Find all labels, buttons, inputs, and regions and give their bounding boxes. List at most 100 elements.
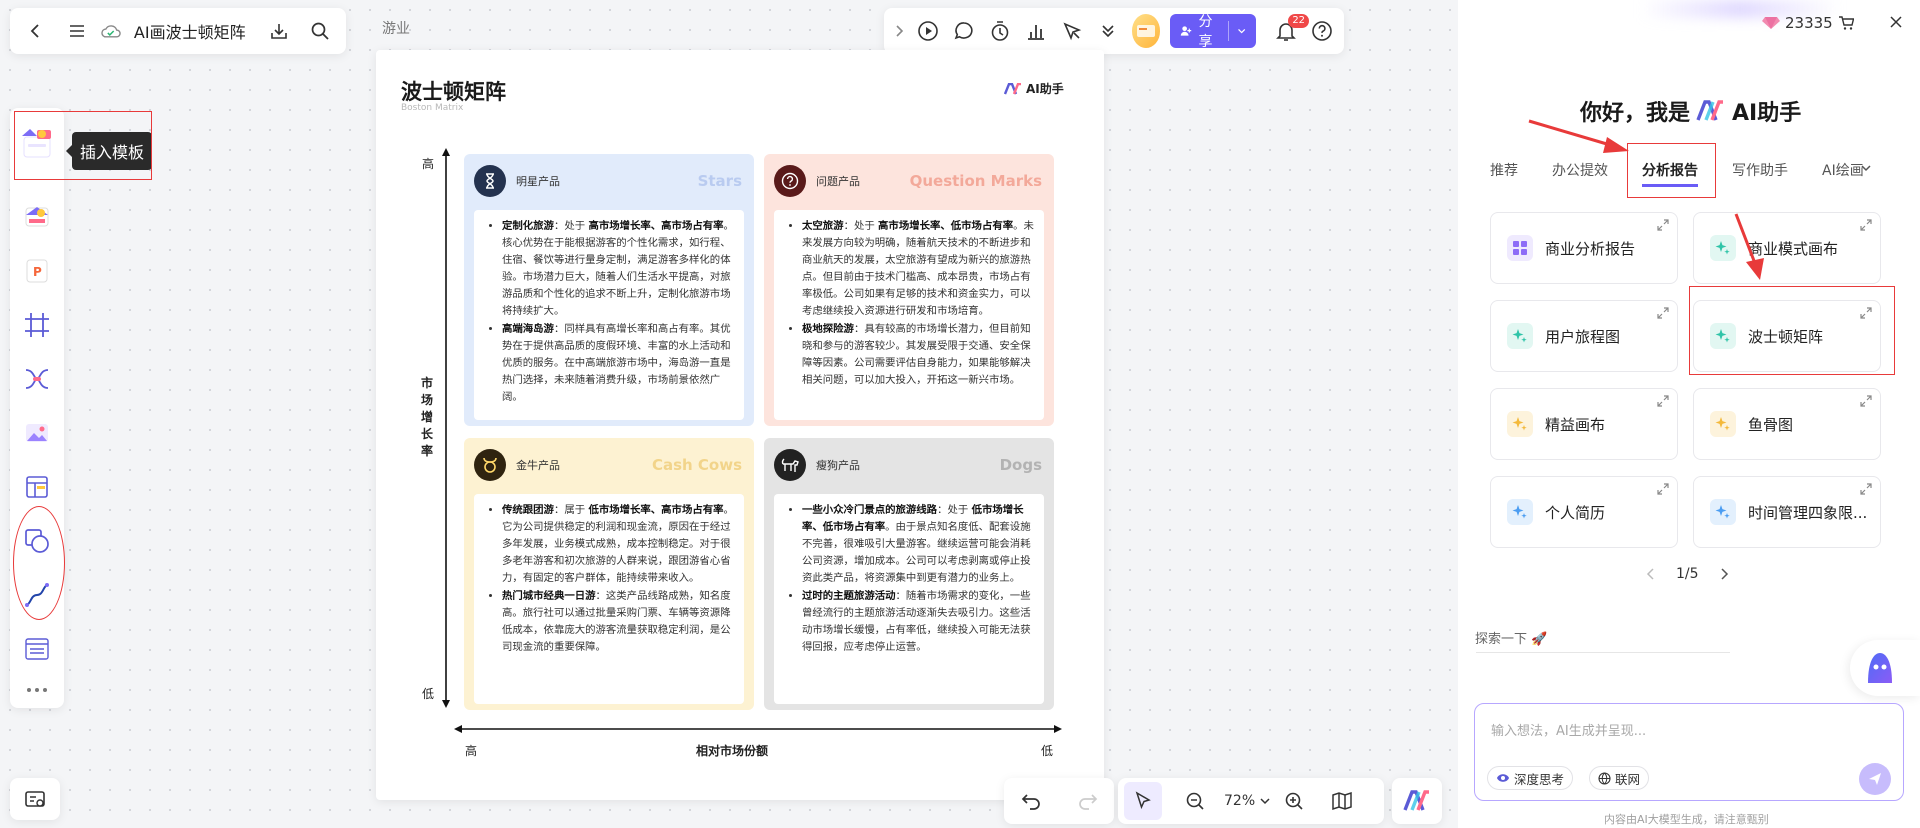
ppt-tool[interactable]: P [19, 253, 55, 289]
points-balance[interactable]: 23335 [1762, 14, 1854, 32]
select-tool-button[interactable] [1124, 782, 1162, 820]
outline-button[interactable] [1323, 782, 1361, 820]
timer-button[interactable] [984, 12, 1016, 50]
collapse-toolbar-button[interactable] [890, 12, 908, 50]
explore-label: 探索一下 🚀 [1475, 628, 1547, 647]
book-icon [1332, 791, 1352, 811]
template-card-label: 商业分析报告 [1545, 239, 1636, 258]
minimap-button[interactable] [10, 778, 60, 820]
expand-icon[interactable] [1657, 219, 1669, 231]
download-button[interactable] [262, 13, 297, 49]
undo-icon [1021, 794, 1040, 810]
quadrant-en-name: Dogs [999, 456, 1042, 474]
zoom-level[interactable]: 72% [1224, 793, 1255, 809]
quadrant-cash-cows[interactable]: 金牛产品 Cash Cows 传统跟团游：属于 低市场增长率、高市场占有率。它为… [464, 438, 754, 710]
quadrant-en-name: Question Marks [909, 172, 1042, 190]
back-button[interactable] [18, 13, 53, 49]
x-axis-low-label: 低 [1041, 744, 1054, 758]
sparkle-icon [1507, 411, 1533, 437]
template-card[interactable]: 时间管理四象限... [1693, 476, 1881, 548]
list-icon [25, 638, 49, 660]
more-tools-button[interactable] [1092, 12, 1124, 50]
help-button[interactable] [1306, 12, 1338, 50]
bullet-rest: 。核心优势在于能根据游客的个性化需求，如行程、住宿、餐饮等进行量身定制，满足游客… [502, 220, 734, 317]
expand-icon[interactable] [1657, 307, 1669, 319]
next-page-icon[interactable] [1719, 567, 1729, 581]
sparkle-icon [1507, 499, 1533, 525]
bullet-title: 太空旅游 [802, 220, 844, 232]
bullet-lead: ：属于 [553, 504, 589, 516]
frame-tool[interactable] [19, 307, 55, 343]
double-chevron-down-icon [1102, 25, 1114, 38]
avatar-icon [1136, 25, 1155, 37]
redo-button[interactable] [1076, 791, 1098, 811]
expand-icon[interactable] [1860, 395, 1872, 407]
add-user-icon [1180, 26, 1192, 36]
cursor-icon [1135, 791, 1151, 810]
template-card[interactable]: 鱼骨图 [1693, 388, 1881, 460]
tab-ai-drawing[interactable]: AI绘画 [1822, 156, 1864, 187]
undo-redo-bar [1004, 778, 1114, 824]
expand-icon[interactable] [1657, 395, 1669, 407]
image-tool[interactable] [19, 415, 55, 451]
tab-recommend[interactable]: 推荐 [1490, 156, 1518, 187]
menu-button[interactable] [59, 13, 94, 49]
template-card-label: 鱼骨图 [1748, 415, 1794, 434]
list-tool[interactable] [19, 631, 55, 667]
web-search-toggle[interactable]: 联网 [1589, 766, 1650, 790]
laser-pointer-button[interactable] [1056, 12, 1088, 50]
ai-assistant-toggle[interactable] [1392, 778, 1442, 824]
laser-pointer-icon [1063, 22, 1082, 41]
close-panel-button[interactable] [1888, 14, 1904, 30]
prev-page-icon[interactable] [1646, 567, 1656, 581]
layout-icon [26, 476, 48, 498]
share-button[interactable]: 分享 [1170, 14, 1257, 50]
quadrant-bullet: 传统跟团游：属于 低市场增长率、高市场占有率。它为公司提供稳定的利润和现金流，原… [502, 502, 734, 587]
present-button[interactable] [912, 12, 944, 50]
bullet-title: 传统跟团游 [502, 504, 554, 516]
x-axis-arrow [454, 725, 1062, 733]
template-card[interactable]: 个人简历 [1490, 476, 1678, 548]
quadrant-bullet: 过时的主题旅游活动：随着市场需求的变化，一些曾经流行的主题旅游活动逐渐失去吸引力… [802, 588, 1034, 656]
search-button[interactable] [303, 13, 338, 49]
sticker-tool[interactable] [19, 199, 55, 235]
document-title[interactable]: AI画波士顿矩阵 [134, 19, 246, 43]
expand-icon[interactable] [1860, 219, 1872, 231]
chevron-down-icon[interactable] [1237, 25, 1246, 37]
vote-button[interactable] [1020, 12, 1052, 50]
tab-writing[interactable]: 写作助手 [1732, 156, 1788, 187]
notification-button[interactable]: 22 [1270, 12, 1310, 50]
quadrant-dogs[interactable]: 瘦狗产品 Dogs 一些小众冷门景点的旅游线路：处于 低市场增长率、低市场占有率… [764, 438, 1054, 710]
template-card[interactable]: 商业分析报告 [1490, 212, 1678, 284]
expand-icon[interactable] [1657, 483, 1669, 495]
template-card[interactable]: 精益画布 [1490, 388, 1678, 460]
tab-office[interactable]: 办公提效 [1552, 156, 1608, 187]
ai-input-box[interactable]: 输入想法，AI生成并呈现... 深度思考 联网 [1474, 703, 1904, 801]
board-logo: AI助手 [1004, 80, 1064, 97]
quadrant-content: 太空旅游：处于 高市场增长率、低市场占有率。未来发展方向较为明确，随着航天技术的… [774, 210, 1044, 420]
chevron-down-icon[interactable] [1860, 162, 1872, 174]
more-tools-button[interactable] [19, 678, 55, 702]
quadrant-question-marks[interactable]: 问题产品 Question Marks 太空旅游：处于 高市场增长率、低市场占有… [764, 154, 1054, 426]
send-button[interactable] [1859, 763, 1891, 795]
chevron-down-icon[interactable] [1259, 795, 1271, 807]
board-title: 波士顿矩阵 [401, 80, 506, 104]
mindmap-tool[interactable] [19, 361, 55, 397]
input-placeholder[interactable]: 输入想法，AI生成并呈现... [1491, 720, 1646, 739]
comment-icon [954, 22, 973, 40]
table-tool[interactable] [19, 469, 55, 505]
deep-think-toggle[interactable]: 深度思考 [1487, 766, 1574, 790]
template-card[interactable]: 商业模式画布 [1693, 212, 1881, 284]
zoom-in-button[interactable] [1275, 782, 1313, 820]
zoom-out-button[interactable] [1176, 782, 1214, 820]
undo-button[interactable] [1021, 791, 1043, 811]
comment-button[interactable] [948, 12, 980, 50]
template-card[interactable]: 用户旅程图 [1490, 300, 1678, 372]
quadrant-stars[interactable]: 明星产品 Stars 定制化旅游：处于 高市场增长率、高市场占有率。核心优势在于… [464, 154, 754, 426]
annotation-arrow [1528, 119, 1629, 153]
quadrant-content: 一些小众冷门景点的旅游线路：处于 低市场增长率、低市场占有率。由于景点知名度低、… [774, 494, 1044, 704]
expand-icon[interactable] [1860, 483, 1872, 495]
ai-logo-icon [1403, 790, 1429, 811]
avatar[interactable] [1131, 14, 1161, 48]
ai-floating-button[interactable] [1850, 640, 1920, 696]
